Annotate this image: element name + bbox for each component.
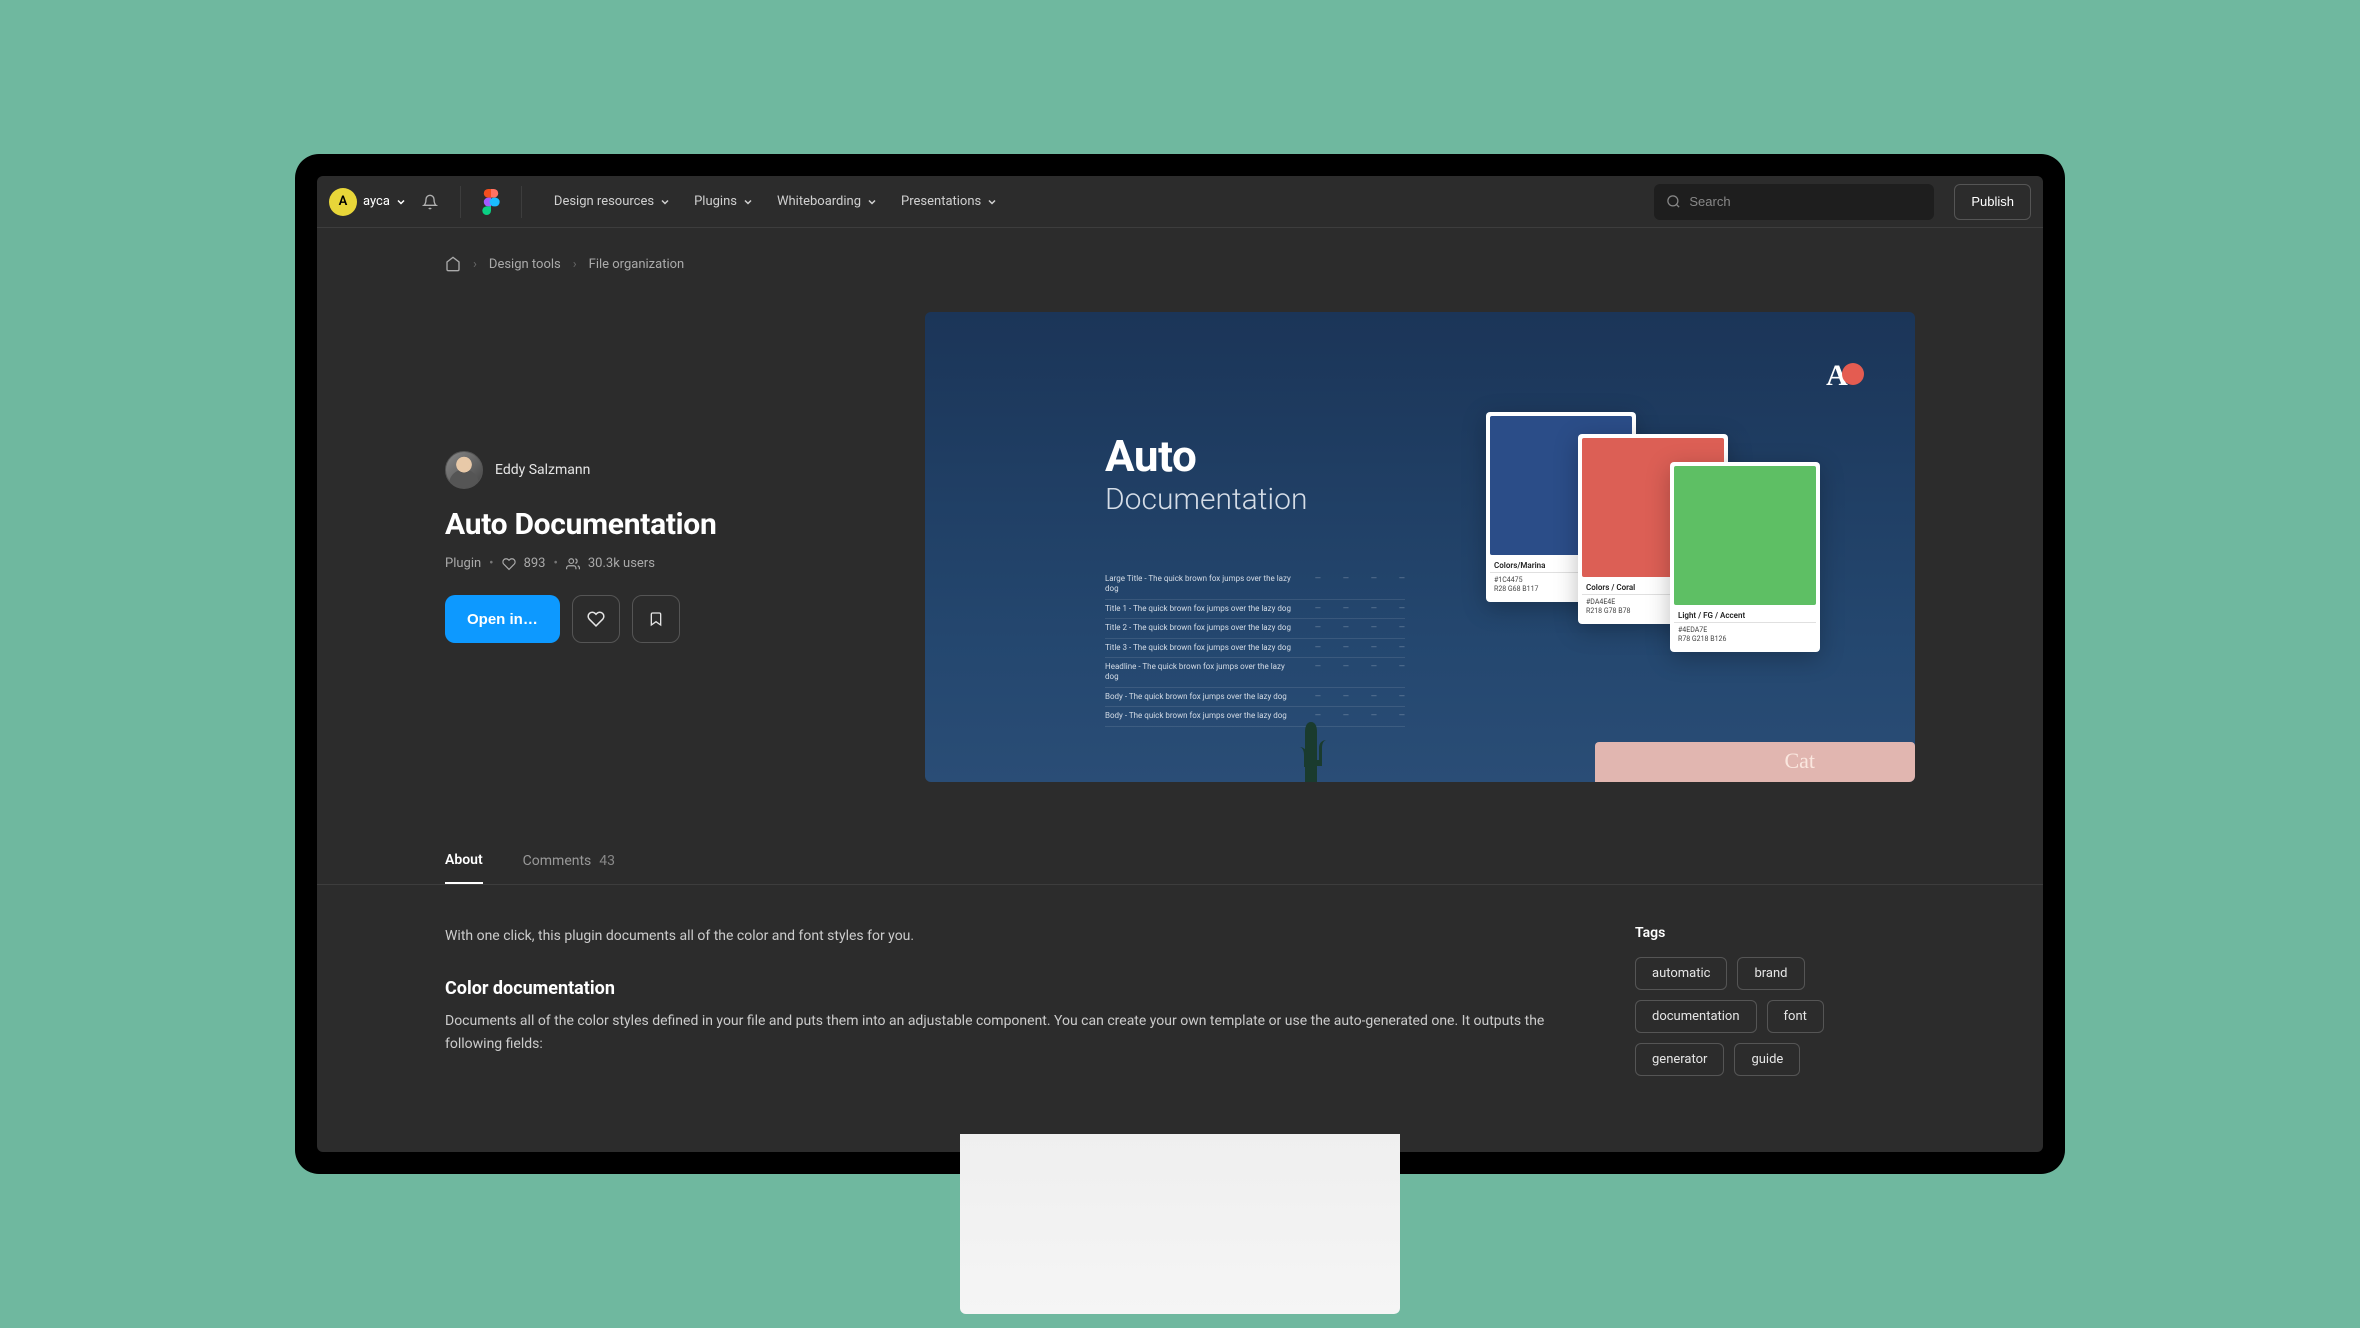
heart-icon <box>502 557 516 571</box>
chevron-down-icon <box>660 197 670 207</box>
nav-label: Whiteboarding <box>777 194 861 209</box>
notifications-button[interactable] <box>414 186 446 218</box>
plugin-meta: Plugin • 893 • 30.3k users <box>445 556 865 571</box>
type-row: Large Title - The quick brown fox jumps … <box>1105 570 1405 600</box>
nav-whiteboarding[interactable]: Whiteboarding <box>777 194 877 209</box>
tags-list: automatic brand documentation font generator… <box>1635 957 1915 1076</box>
hero-image: A Auto Documentation Large Title - The q… <box>925 312 1915 782</box>
nav-design-resources[interactable]: Design resources <box>554 194 670 209</box>
nav-presentations[interactable]: Presentations <box>901 194 997 209</box>
tab-about[interactable]: About <box>445 838 483 884</box>
tab-label: About <box>445 852 483 868</box>
comments-count: 43 <box>599 853 615 869</box>
type-row: Title 1 - The quick brown fox jumps over… <box>1105 600 1405 619</box>
divider <box>460 186 461 218</box>
tag-font[interactable]: font <box>1767 1000 1824 1033</box>
detail-body: With one click, this plugin documents al… <box>317 885 2043 1152</box>
plugin-title: Auto Documentation <box>445 507 865 542</box>
breadcrumb-separator: › <box>473 257 477 272</box>
nav-label: Presentations <box>901 194 981 209</box>
search-box[interactable] <box>1654 184 1934 220</box>
description-heading-color: Color documentation <box>445 975 1545 1004</box>
user-name: ayca <box>363 194 390 209</box>
type-row: Body - The quick brown fox jumps over th… <box>1105 707 1405 726</box>
search-input[interactable] <box>1689 194 1922 209</box>
monitor-stand <box>960 1134 1400 1314</box>
users-icon <box>566 557 580 571</box>
hero-brand-icon: A <box>1823 354 1867 398</box>
plugin-type-label: Plugin <box>445 556 481 571</box>
like-button[interactable] <box>572 595 620 643</box>
open-in-button[interactable]: Open in… <box>445 595 560 643</box>
breadcrumb-design-tools[interactable]: Design tools <box>489 257 561 272</box>
likes-count: 893 <box>524 556 546 571</box>
tab-comments[interactable]: Comments 43 <box>523 838 615 884</box>
color-cards: Colors/Marina#1C4475R28 G68 B117Colors /… <box>1486 412 1820 652</box>
nav-plugins[interactable]: Plugins <box>694 194 753 209</box>
primary-nav: Design resources Plugins Whiteboarding P… <box>554 194 997 209</box>
author-avatar <box>445 451 483 489</box>
tag-guide[interactable]: guide <box>1734 1043 1800 1076</box>
type-specimen-list: Large Title - The quick brown fox jumps … <box>1105 570 1405 727</box>
nav-label: Design resources <box>554 194 654 209</box>
tab-label: Comments <box>523 853 592 869</box>
search-icon <box>1666 194 1681 209</box>
tags-title: Tags <box>1635 925 1915 941</box>
heart-icon <box>587 610 605 628</box>
bookmark-button[interactable] <box>632 595 680 643</box>
divider <box>521 186 522 218</box>
breadcrumb: › Design tools › File organization <box>317 228 2043 272</box>
chevron-down-icon <box>867 197 877 207</box>
hero-footer-accent <box>1595 742 1915 782</box>
hero-subheading: Documentation <box>1105 482 1307 517</box>
nav-label: Plugins <box>694 194 737 209</box>
bookmark-icon <box>648 610 664 628</box>
tag-generator[interactable]: generator <box>1635 1043 1724 1076</box>
tag-documentation[interactable]: documentation <box>1635 1000 1757 1033</box>
breadcrumb-file-organization[interactable]: File organization <box>589 257 685 272</box>
type-row: Body - The quick brown fox jumps over th… <box>1105 688 1405 707</box>
detail-tabs: About Comments 43 <box>317 838 2043 885</box>
home-icon[interactable] <box>445 256 461 272</box>
author-name: Eddy Salzmann <box>495 462 590 478</box>
user-avatar: A <box>329 188 357 216</box>
tag-brand[interactable]: brand <box>1737 957 1804 990</box>
users-count: 30.3k users <box>588 556 655 571</box>
type-row: Title 2 - The quick brown fox jumps over… <box>1105 619 1405 638</box>
topbar: A ayca Design r <box>317 176 2043 228</box>
chevron-down-icon <box>987 197 997 207</box>
color-card: Light / FG / Accent#4EDA7ER78 G218 B126 <box>1670 462 1820 652</box>
type-row: Headline - The quick brown fox jumps ove… <box>1105 658 1405 688</box>
description-intro: With one click, this plugin documents al… <box>445 925 1545 947</box>
publish-button[interactable]: Publish <box>1954 184 2031 220</box>
chevron-down-icon <box>396 197 406 207</box>
figma-logo-icon <box>482 189 500 215</box>
type-row: Title 3 - The quick brown fox jumps over… <box>1105 639 1405 658</box>
hero-heading: Auto <box>1105 430 1307 482</box>
tag-automatic[interactable]: automatic <box>1635 957 1727 990</box>
chevron-down-icon <box>743 197 753 207</box>
home-logo-button[interactable] <box>475 186 507 218</box>
hero: Eddy Salzmann Auto Documentation Plugin … <box>317 272 2043 782</box>
bell-icon <box>422 194 438 210</box>
hero-signature: Cat <box>1784 748 1815 774</box>
cactus-illustration <box>1293 712 1333 782</box>
author-row[interactable]: Eddy Salzmann <box>445 451 865 489</box>
description-color-text: Documents all of the color styles define… <box>445 1010 1545 1055</box>
account-switcher[interactable]: A ayca <box>329 188 406 216</box>
breadcrumb-separator: › <box>573 257 577 272</box>
